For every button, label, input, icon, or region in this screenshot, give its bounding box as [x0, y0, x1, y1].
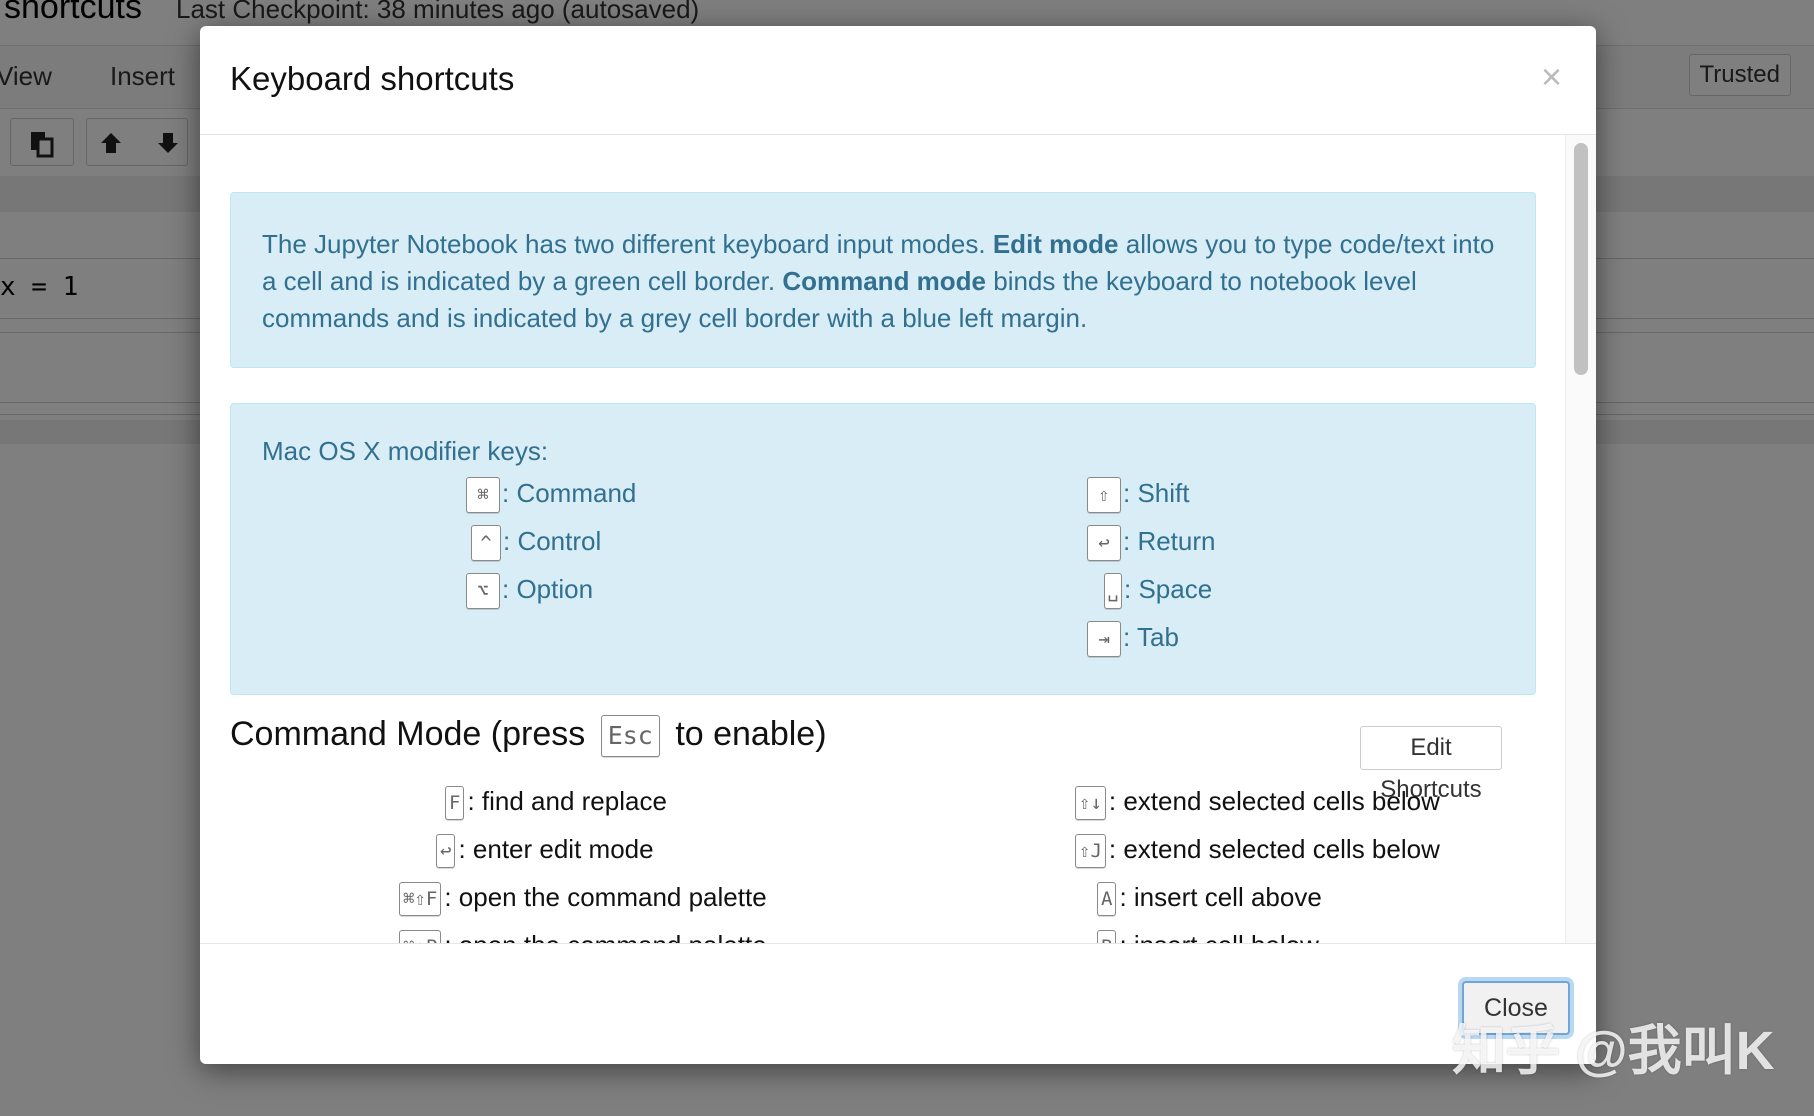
shortcut-row: ⌘⇧F: open the command palette	[399, 882, 767, 918]
shortcut-row: ⇧J: extend selected cells below	[1075, 834, 1440, 870]
shortcut-label: : find and replace	[467, 786, 667, 816]
modal-header: Keyboard shortcuts ×	[200, 26, 1596, 135]
modifier-label: : Return	[1123, 525, 1216, 556]
shortcut-key: B	[1097, 930, 1117, 943]
watermark: 知乎 @我叫K	[1452, 1021, 1775, 1081]
shortcut-label: : insert cell above	[1119, 882, 1322, 912]
modifier-shift: ⇧: Shift	[1087, 477, 1189, 513]
intro-alert: The Jupyter Notebook has two different k…	[230, 192, 1536, 368]
shortcut-label: : insert cell below	[1119, 930, 1318, 943]
shortcut-row: A: insert cell above	[1097, 882, 1322, 918]
shortcut-row: B: insert cell below	[1097, 930, 1319, 943]
modifier-label: : Shift	[1123, 477, 1190, 508]
control-key-icon: ^	[471, 525, 501, 561]
edit-shortcuts-button[interactable]: Edit Shortcuts	[1360, 726, 1502, 803]
modifier-label: : Command	[502, 477, 637, 508]
shortcut-row: ↩: enter edit mode	[436, 834, 654, 870]
space-key-icon: ␣	[1104, 573, 1122, 609]
shortcut-label: : extend selected cells below	[1108, 786, 1440, 816]
modifier-command: ⌘: Command	[466, 477, 636, 513]
esc-key: Esc	[600, 715, 660, 758]
mac-modifiers-heading: Mac OS X modifier keys:	[262, 436, 549, 466]
shift-key-icon: ⇧	[1087, 477, 1121, 513]
modifier-label: : Tab	[1123, 621, 1179, 652]
scrollbar-thumb[interactable]	[1574, 143, 1588, 375]
shortcut-key: ⇧J	[1075, 834, 1106, 869]
command-heading-pre: Command Mode (press	[230, 715, 586, 753]
modal-scrollbar[interactable]	[1565, 135, 1596, 943]
shortcut-key: A	[1097, 882, 1117, 917]
shortcut-key: ⌘⇧P	[399, 930, 442, 943]
keyboard-shortcuts-dialog: Keyboard shortcuts × The Jupyter Noteboo…	[200, 26, 1596, 1064]
command-heading-post: to enable)	[675, 715, 827, 753]
shortcut-label: : extend selected cells below	[1108, 834, 1440, 864]
shortcut-label: : open the command palette	[444, 930, 766, 943]
mac-modifiers-alert: Mac OS X modifier keys: ⌘: Command ^: Co…	[230, 403, 1536, 695]
modifier-space: ␣: Space	[1104, 573, 1212, 609]
edit-mode-term: Edit mode	[992, 229, 1119, 259]
modifier-label: : Control	[503, 525, 602, 556]
modal-body: The Jupyter Notebook has two different k…	[200, 135, 1596, 943]
option-key-icon: ⌥	[466, 573, 500, 609]
shortcut-row: ⌘⇧P: open the command palette	[399, 930, 767, 943]
modifier-option: ⌥: Option	[466, 573, 593, 609]
command-mode-term: Command mode	[782, 266, 987, 296]
shortcut-label: : open the command palette	[444, 882, 767, 912]
command-key-icon: ⌘	[466, 477, 500, 513]
modifier-tab: ⇥: Tab	[1087, 621, 1179, 657]
modal-footer: Close	[200, 943, 1596, 1064]
modifier-control: ^: Control	[471, 525, 601, 561]
intro-text: The Jupyter Notebook has two different k…	[262, 226, 1512, 337]
modifier-label: : Space	[1124, 573, 1213, 604]
command-mode-heading: Command Mode (press Esc to enable)	[230, 715, 827, 758]
modal-title: Keyboard shortcuts	[230, 60, 515, 97]
return-key-icon: ↩	[1087, 525, 1121, 561]
modifier-return: ↩: Return	[1087, 525, 1216, 561]
shortcut-key: ↩	[436, 834, 456, 869]
close-icon[interactable]: ×	[1541, 56, 1562, 98]
modifier-label: : Option	[502, 573, 594, 604]
shortcut-key: ⌘⇧F	[399, 882, 442, 917]
shortcut-key: ⇧↓	[1075, 786, 1106, 821]
shortcut-key: F	[445, 786, 465, 821]
shortcut-row: F: find and replace	[445, 786, 667, 822]
intro-text-1: The Jupyter Notebook has two different k…	[262, 229, 993, 259]
tab-key-icon: ⇥	[1087, 621, 1121, 657]
shortcut-row: ⇧↓: extend selected cells below	[1075, 786, 1440, 822]
shortcut-label: : enter edit mode	[458, 834, 654, 864]
